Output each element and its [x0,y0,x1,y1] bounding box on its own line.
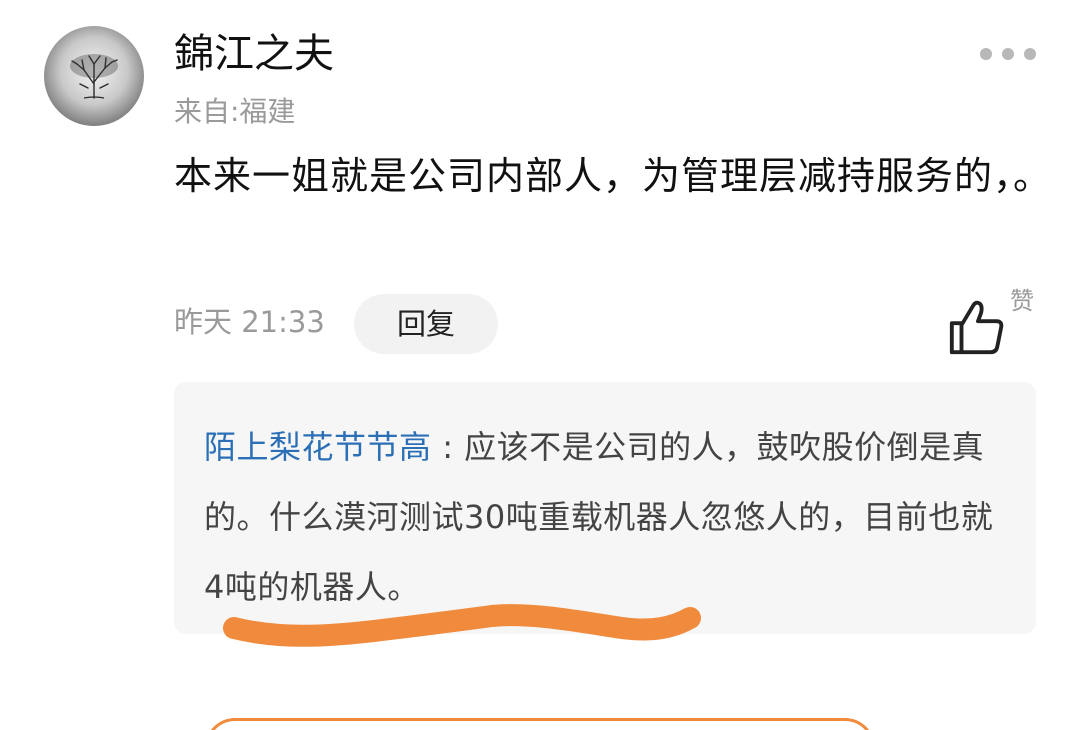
comment-content: 本来一姐就是公司内部人，为管理层减持服务的，。 [174,154,1053,198]
reply-username[interactable]: 陌上梨花节节高 [204,428,432,466]
reply-separator: : [431,428,465,466]
tree-icon [70,54,118,99]
reply-text-block: 陌上梨花节节高 : 应该不是公司的人，鼓吹股价倒是真的。什么漠河测试30吨重载机… [204,412,1010,622]
more-dots-icon[interactable] [980,44,1036,64]
like-label: 赞 [1010,287,1034,315]
like-button[interactable]: 赞 [946,286,1046,356]
thumbs-up-icon [949,300,1004,355]
comment-time: 昨天 21:33 [174,305,325,339]
reply-box[interactable]: 陌上梨花节节高 : 应该不是公司的人，鼓吹股价倒是真的。什么漠河测试30吨重载机… [174,382,1036,634]
user-location: 来自:福建 [174,95,296,128]
comment-page: 錦江之夫 来自:福建 本来一姐就是公司内部人，为管理层减持服务的，。 昨天 21… [0,0,1080,730]
reply-button[interactable]: 回复 [354,294,498,354]
username[interactable]: 錦江之夫 [174,30,334,78]
dot [980,48,992,60]
dot [1002,48,1014,60]
bottom-input-outline[interactable] [205,718,875,730]
dot [1024,48,1036,60]
user-avatar[interactable] [44,26,144,126]
